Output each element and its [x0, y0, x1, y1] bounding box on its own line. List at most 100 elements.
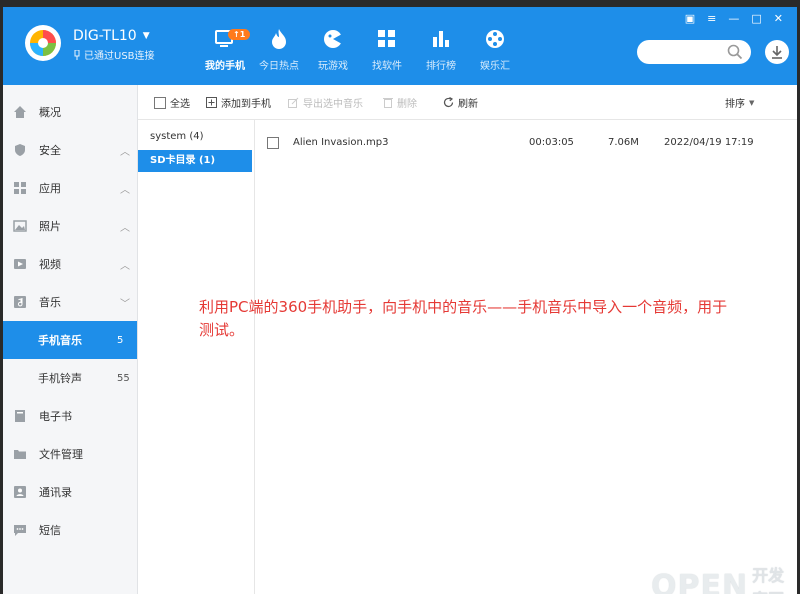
bar-chart-icon: [414, 25, 468, 53]
watermark-brand: OPEN: [651, 568, 749, 594]
nav-label: 今日热点: [259, 61, 299, 72]
shield-icon: [13, 143, 27, 157]
sidebar-item-label: 通讯录: [39, 486, 72, 499]
close-icon[interactable]: ✕: [774, 13, 783, 25]
apps-icon: [13, 181, 27, 195]
message-icon: [13, 523, 27, 537]
file-date: 2022/04/19 17:19: [664, 137, 754, 148]
table-row[interactable]: Alien Invasion.mp3 00:03:05 7.06M 2022/0…: [255, 136, 797, 152]
export-music-label: 导出选中音乐: [303, 99, 363, 110]
sidebar-item-label: 手机音乐: [38, 334, 82, 347]
folder-sd-card[interactable]: SD卡目录 (1): [138, 150, 252, 172]
refresh-button[interactable]: 刷新: [443, 95, 478, 110]
download-button[interactable]: [765, 40, 789, 64]
sidebar-item-overview[interactable]: 概况: [3, 93, 137, 131]
sidebar-item-video[interactable]: 视频 ︿: [3, 245, 137, 283]
sidebar-item-label: 照片: [39, 220, 61, 233]
book-icon: [13, 409, 27, 423]
gamepad-icon: [306, 25, 360, 53]
sidebar-item-apps[interactable]: 应用 ︿: [3, 169, 137, 207]
add-file-icon: [206, 97, 217, 108]
header-bar: DIG-TL10 ▼ 已通过USB连接 ↑1 我的手机 今日热点 玩游戏 找软件…: [3, 7, 797, 85]
film-reel-icon: [468, 25, 522, 53]
sidebar-item-ebooks[interactable]: 电子书: [3, 397, 137, 435]
sidebar-item-label: 安全: [39, 144, 61, 157]
sidebar-item-music[interactable]: 音乐 ﹀: [3, 283, 137, 321]
nav-label: 排行榜: [426, 61, 456, 72]
nav-entertainment[interactable]: 娱乐汇: [468, 25, 522, 72]
sidebar-item-label: 手机铃声: [38, 372, 82, 385]
chevron-up-icon[interactable]: ︿: [113, 143, 137, 158]
caret-down-icon: ▼: [142, 31, 150, 41]
nav-label: 我的手机: [205, 61, 245, 72]
apps-grid-icon: [360, 25, 414, 53]
nav-label: 娱乐汇: [480, 61, 510, 72]
sidebar-item-label: 视频: [39, 258, 61, 271]
home-icon: [13, 105, 27, 119]
toolbar: 全选 添加到手机 导出选中音乐 删除 刷新 排序 ▼: [138, 85, 797, 120]
search-input[interactable]: [637, 40, 751, 64]
menu-icon[interactable]: ≡: [707, 13, 716, 25]
app-window: DIG-TL10 ▼ 已通过USB连接 ↑1 我的手机 今日热点 玩游戏 找软件…: [3, 7, 797, 594]
file-duration: 00:03:05: [529, 137, 574, 148]
sidebar-item-label: 音乐: [39, 296, 61, 309]
delete-label: 删除: [397, 99, 417, 110]
watermark-sub: 开发家园: [752, 566, 785, 594]
watermark: OPEN 开发家园: [651, 562, 797, 594]
chevron-up-icon[interactable]: ︿: [113, 257, 137, 272]
add-to-phone-button[interactable]: 添加到手机: [206, 95, 271, 110]
contacts-icon: [13, 485, 27, 499]
maximize-icon[interactable]: □: [751, 13, 761, 25]
window-controls: ▣ ≡ — □ ✕: [685, 13, 783, 25]
nav-my-phone[interactable]: ↑1 我的手机: [198, 25, 252, 72]
device-name: DIG-TL10: [73, 28, 137, 44]
nav-find-apps[interactable]: 找软件: [360, 25, 414, 72]
photo-icon: [13, 219, 27, 233]
delete-button[interactable]: 删除: [383, 95, 417, 110]
export-music-button[interactable]: 导出选中音乐: [288, 95, 363, 110]
file-name: Alien Invasion.mp3: [293, 137, 389, 148]
folder-icon: [13, 447, 27, 461]
sidebar-item-ringtones[interactable]: 手机铃声 55: [3, 359, 137, 397]
item-count: 5: [117, 334, 124, 346]
sidebar-item-sms[interactable]: 短信: [3, 511, 137, 549]
sort-label: 排序: [725, 99, 745, 110]
refresh-label: 刷新: [458, 99, 478, 110]
sidebar-item-label: 电子书: [39, 410, 72, 423]
minimize-icon[interactable]: —: [728, 13, 739, 25]
feedback-icon[interactable]: ▣: [685, 13, 695, 25]
file-list: Alien Invasion.mp3 00:03:05 7.06M 2022/0…: [255, 120, 797, 594]
sidebar-item-label: 应用: [39, 182, 61, 195]
nav-label: 找软件: [372, 61, 402, 72]
sidebar-item-phone-music[interactable]: 手机音乐 5: [3, 321, 137, 359]
folder-list: system (4) SD卡目录 (1): [138, 120, 255, 594]
checkbox-icon: [154, 96, 166, 109]
select-all-label: 全选: [170, 99, 190, 110]
usb-icon: [74, 49, 80, 60]
sidebar-item-contacts[interactable]: 通讯录: [3, 473, 137, 511]
video-icon: [13, 257, 27, 271]
nav-games[interactable]: 玩游戏: [306, 25, 360, 72]
sidebar-item-photos[interactable]: 照片 ︿: [3, 207, 137, 245]
sidebar-item-file-manager[interactable]: 文件管理: [3, 435, 137, 473]
chevron-up-icon[interactable]: ︿: [113, 181, 137, 196]
chevron-up-icon[interactable]: ︿: [113, 219, 137, 234]
search-icon[interactable]: [727, 44, 743, 60]
trash-icon: [383, 98, 393, 108]
select-all-checkbox[interactable]: 全选: [154, 95, 190, 110]
sidebar-item-label: 短信: [39, 524, 61, 537]
export-icon: [288, 97, 299, 108]
sidebar: 概况 安全 ︿ 应用 ︿ 照片 ︿ 视频 ︿ 音乐 ﹀ 手机音乐 5 手机铃声 …: [3, 85, 138, 594]
chevron-down-icon[interactable]: ﹀: [113, 295, 137, 310]
sidebar-item-security[interactable]: 安全 ︿: [3, 131, 137, 169]
add-to-phone-label: 添加到手机: [221, 99, 271, 110]
sort-dropdown[interactable]: 排序 ▼: [725, 95, 754, 111]
row-checkbox[interactable]: [267, 137, 279, 149]
top-nav: ↑1 我的手机 今日热点 玩游戏 找软件 排行榜 娱乐汇: [198, 25, 522, 72]
nav-badge: ↑1: [228, 29, 251, 40]
nav-rankings[interactable]: 排行榜: [414, 25, 468, 72]
file-size: 7.06M: [608, 137, 639, 148]
nav-hot-today[interactable]: 今日热点: [252, 25, 306, 72]
folder-system[interactable]: system (4): [138, 126, 252, 148]
device-selector[interactable]: DIG-TL10 ▼: [73, 28, 150, 44]
